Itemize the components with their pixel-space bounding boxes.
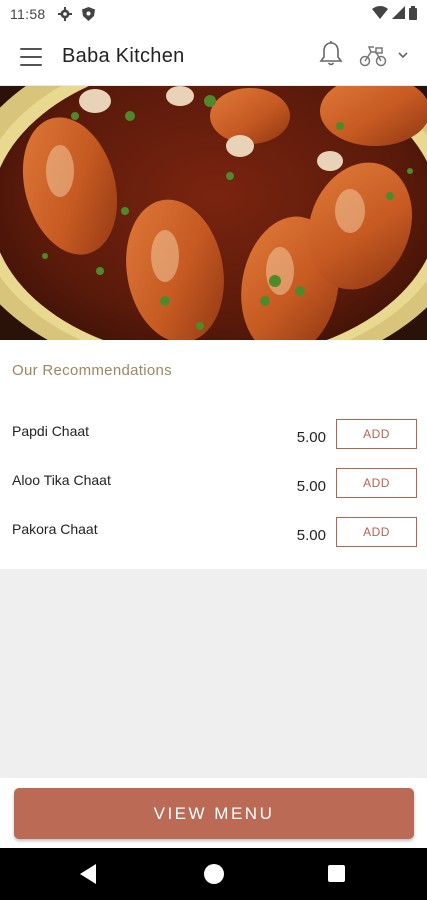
settings-icon bbox=[57, 7, 72, 21]
back-icon[interactable] bbox=[80, 864, 98, 889]
chevron-down-icon[interactable] bbox=[396, 48, 410, 62]
bell-icon[interactable] bbox=[318, 40, 344, 68]
item-price: 5.00 bbox=[296, 478, 326, 495]
list-item: Papdi Chaat 5.00 ADD bbox=[0, 419, 427, 459]
list-item: Aloo Tika Chaat 5.00 ADD bbox=[0, 468, 427, 508]
status-bar: 11:58 bbox=[0, 0, 427, 28]
add-button[interactable]: ADD bbox=[336, 419, 417, 449]
signal-icon bbox=[392, 6, 405, 22]
system-nav-bar bbox=[0, 848, 427, 900]
app-title: Baba Kitchen bbox=[62, 45, 185, 67]
add-button[interactable]: ADD bbox=[336, 468, 417, 498]
scooter-icon[interactable] bbox=[358, 42, 388, 68]
item-name: Papdi Chaat bbox=[12, 423, 90, 439]
status-time: 11:58 bbox=[10, 6, 46, 22]
add-button[interactable]: ADD bbox=[336, 517, 417, 547]
section-title: Our Recommendations bbox=[12, 362, 172, 379]
wifi-icon bbox=[372, 6, 388, 22]
view-menu-button[interactable]: VIEW MENU bbox=[14, 788, 414, 839]
battery-icon bbox=[409, 5, 417, 23]
app-bar: Baba Kitchen bbox=[0, 28, 427, 86]
recents-icon[interactable] bbox=[328, 865, 345, 882]
bottom-action-bar: VIEW MENU bbox=[0, 778, 427, 848]
shield-icon bbox=[82, 7, 96, 21]
item-name: Aloo Tika Chaat bbox=[12, 472, 111, 488]
recommendations-section: Our Recommendations Papdi Chaat 5.00 ADD… bbox=[0, 340, 427, 569]
menu-icon[interactable] bbox=[20, 47, 42, 66]
home-icon[interactable] bbox=[204, 864, 224, 884]
item-price: 5.00 bbox=[296, 429, 326, 446]
hero-food-image bbox=[0, 86, 427, 340]
item-price: 5.00 bbox=[296, 527, 326, 544]
item-name: Pakora Chaat bbox=[12, 521, 98, 537]
list-item: Pakora Chaat 5.00 ADD bbox=[0, 517, 427, 557]
